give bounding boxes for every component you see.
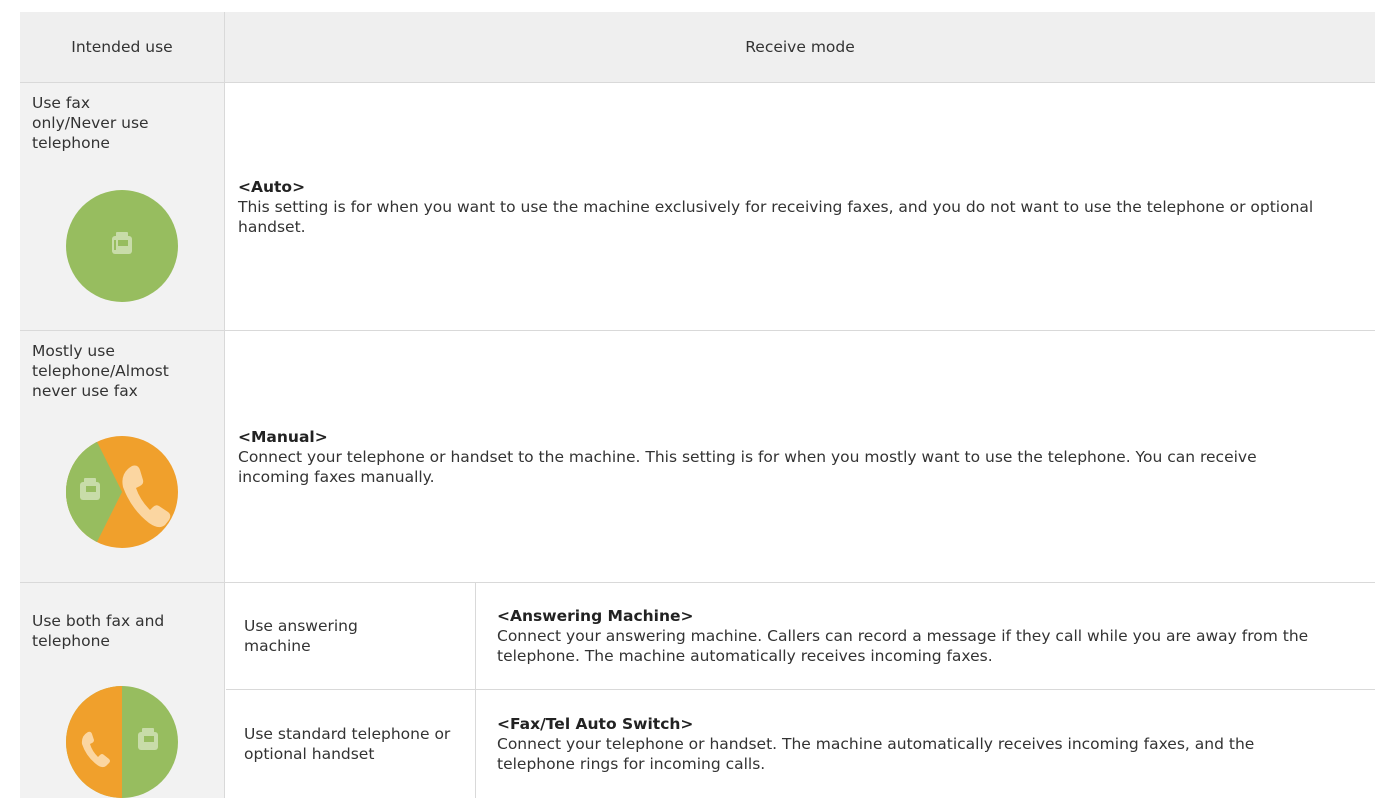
mode-title-fax-tel-auto-switch: <Fax/Tel Auto Switch> — [497, 715, 694, 733]
header-intended-use: Intended use — [20, 12, 225, 82]
intended-use-cell-fax-only: Use fax only/Never use telephone — [20, 83, 225, 330]
header-intended-use-label: Intended use — [71, 38, 173, 56]
mode-title-manual: <Manual> — [238, 427, 328, 446]
fax-telephone-split-icon — [66, 686, 178, 798]
receive-mode-table: Intended use Receive mode Use fax only/N… — [20, 12, 1375, 798]
fax-icon — [66, 190, 178, 302]
mode-desc-auto: This setting is for when you want to use… — [238, 197, 1314, 236]
mode-title-answering-machine: <Answering Machine> — [497, 607, 694, 625]
receive-mode-cell-fax-tel-auto-switch: <Fax/Tel Auto Switch> Connect your telep… — [477, 690, 1375, 798]
header-receive-mode-label: Receive mode — [745, 38, 855, 56]
receive-mode-cell-manual: <Manual> Connect your telephone or hands… — [226, 331, 1375, 582]
mode-desc-answering-machine: Connect your answering machine. Callers … — [497, 627, 1309, 665]
telephone-fax-icon — [66, 436, 178, 548]
intended-use-label: Use fax only/Never use telephone — [32, 94, 149, 152]
mode-desc-manual: Connect your telephone or handset to the… — [238, 447, 1257, 486]
intended-use-label: Use both fax and telephone — [32, 612, 165, 650]
sub-use-label: Use standard telephone or optional hands… — [244, 725, 451, 763]
sub-use-answering-machine: Use answering machine — [226, 583, 476, 689]
header-receive-mode: Receive mode — [225, 12, 1375, 82]
intended-use-cell-mostly-telephone: Mostly use telephone/Almost never use fa… — [20, 331, 225, 582]
receive-mode-cell-answering-machine: <Answering Machine> Connect your answeri… — [477, 583, 1375, 689]
mode-desc-fax-tel-auto-switch: Connect your telephone or handset. The m… — [497, 735, 1255, 773]
sub-use-standard-telephone: Use standard telephone or optional hands… — [226, 690, 476, 798]
mode-title-auto: <Auto> — [238, 177, 306, 196]
intended-use-cell-both: Use both fax and telephone — [20, 583, 225, 798]
intended-use-label: Mostly use telephone/Almost never use fa… — [32, 342, 169, 400]
sub-use-label: Use answering machine — [244, 617, 358, 655]
receive-mode-cell-auto: <Auto> This setting is for when you want… — [226, 83, 1375, 330]
